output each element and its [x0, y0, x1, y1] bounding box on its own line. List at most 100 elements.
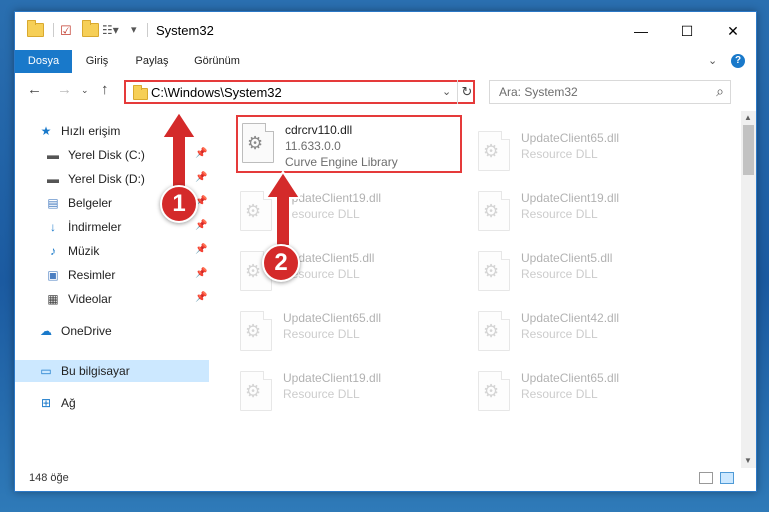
vertical-scrollbar[interactable]: ▲ ▼: [741, 111, 756, 468]
pin-icon[interactable]: 📌: [195, 196, 207, 207]
file-name: UpdateClient19.dll: [521, 191, 620, 205]
close-button[interactable]: ✕: [710, 12, 756, 50]
file-description: Resource DLL: [521, 387, 598, 401]
scroll-down-icon[interactable]: ▼: [744, 456, 752, 465]
chevron-down-icon[interactable]: ⌄: [442, 85, 451, 98]
address-path[interactable]: C:\Windows\System32: [151, 85, 282, 100]
file-item[interactable]: ⚙ UpdateClient65.dll Resource DLL: [474, 125, 699, 180]
gear-icon: ⚙: [245, 201, 262, 221]
network-icon: ⊞: [40, 396, 52, 410]
pin-icon[interactable]: 📌: [195, 292, 207, 303]
sidebar-item-music[interactable]: ♪ Müzik 📌: [15, 240, 209, 262]
pin-icon[interactable]: 📌: [195, 148, 207, 159]
pin-icon[interactable]: 📌: [195, 172, 207, 183]
address-bar[interactable]: C:\Windows\System32 ⌄ ↻: [124, 80, 475, 104]
sidebar-item-local-disk-c[interactable]: ▬ Yerel Disk (C:) 📌: [15, 144, 209, 166]
sidebar-item-label: Hızlı erişim: [61, 124, 121, 138]
properties-icon[interactable]: ☑: [60, 23, 72, 39]
sidebar-item-local-disk-d[interactable]: ▬ Yerel Disk (D:) 📌: [15, 168, 209, 190]
file-item[interactable]: ⚙ UpdateClient19.dll Resource DLL: [236, 365, 461, 420]
qa-dropdown-icon[interactable]: ▾: [131, 23, 137, 36]
gear-icon: ⚙: [247, 133, 264, 153]
sidebar-item-label: Yerel Disk (D:): [68, 172, 145, 186]
sidebar-item-label: Bu bilgisayar: [61, 364, 130, 378]
gear-icon: ⚙: [483, 261, 500, 281]
refresh-button[interactable]: ↻: [457, 80, 476, 104]
search-icon[interactable]: ⌕: [716, 83, 724, 100]
item-count: 148 öğe: [29, 472, 69, 484]
navigation-bar: ← → ⌄ ↑ C:\Windows\System32 ⌄ ↻ Ara: Sys…: [15, 73, 756, 111]
sidebar-item-downloads[interactable]: ↓ İndirmeler 📌: [15, 216, 209, 238]
sidebar-item-label: Belgeler: [68, 196, 113, 210]
sidebar-item-quick-access[interactable]: ★ Hızlı erişim: [15, 120, 209, 142]
file-description: Resource DLL: [521, 207, 598, 221]
file-name: UpdateClient65.dll: [521, 371, 620, 385]
file-description: Resource DLL: [283, 207, 360, 221]
search-input[interactable]: Ara: System32 ⌕: [489, 80, 731, 104]
pin-icon[interactable]: 📌: [195, 244, 207, 255]
separator: [147, 23, 148, 37]
file-item-highlighted[interactable]: ⚙ cdrcrv110.dll 11.633.0.0 Curve Engine …: [236, 115, 462, 173]
folder-icon: [27, 20, 44, 37]
pin-icon[interactable]: 📌: [195, 220, 207, 231]
documents-icon: ▤: [47, 196, 59, 210]
sidebar-item-pictures[interactable]: ▣ Resimler 📌: [15, 264, 209, 286]
tab-share[interactable]: Paylaş: [122, 50, 182, 73]
help-button[interactable]: ?: [731, 54, 745, 68]
file-name: UpdateClient42.dll: [521, 311, 620, 325]
gear-icon: ⚙: [483, 381, 500, 401]
sidebar-item-network[interactable]: ⊞ Ağ: [15, 392, 209, 414]
gear-icon: ⚙: [483, 201, 500, 221]
drive-icon: ▬: [47, 172, 59, 186]
file-item[interactable]: ⚙ UpdateClient65.dll Resource DLL: [236, 305, 461, 360]
computer-icon: ▭: [40, 364, 52, 378]
file-explorer-window: ☑ ☷▾ ▾ System32 — ☐ ✕ Dosya Giriş Paylaş…: [14, 11, 757, 492]
navigation-pane: ★ Hızlı erişim ▬ Yerel Disk (C:) 📌 ▬ Yer…: [15, 111, 213, 468]
ribbon-tabs: Dosya Giriş Paylaş Görünüm ⌄ ?: [15, 50, 756, 74]
status-bar: 148 öğe: [15, 468, 756, 491]
sidebar-item-this-pc[interactable]: ▭ Bu bilgisayar: [15, 360, 209, 382]
sidebar-item-label: İndirmeler: [68, 220, 122, 234]
large-icons-view-icon[interactable]: [720, 472, 734, 484]
forward-button[interactable]: →: [57, 81, 72, 98]
file-description: Resource DLL: [283, 327, 360, 341]
sidebar-item-videos[interactable]: ▦ Videolar 📌: [15, 288, 209, 310]
file-name: UpdateClient19.dll: [283, 371, 382, 385]
file-description: Resource DLL: [521, 327, 598, 341]
gear-icon: ⚙: [483, 321, 500, 341]
drive-icon: ▬: [47, 148, 59, 162]
recent-locations-icon[interactable]: ⌄: [81, 85, 89, 96]
up-button[interactable]: ↑: [101, 81, 109, 98]
sidebar-item-label: Resimler: [68, 268, 116, 282]
file-item[interactable]: ⚙ UpdateClient19.dll Resource DLL: [236, 185, 461, 240]
file-item[interactable]: ⚙ UpdateClient42.dll Resource DLL: [474, 305, 699, 360]
file-item[interactable]: ⚙ UpdateClient5.dll Resource DLL: [474, 245, 699, 300]
file-item[interactable]: ⚙ UpdateClient19.dll Resource DLL: [474, 185, 699, 240]
separator: [53, 23, 54, 37]
minimize-button[interactable]: —: [618, 12, 664, 50]
videos-icon: ▦: [47, 292, 59, 306]
maximize-button[interactable]: ☐: [664, 12, 710, 50]
gear-icon: ⚙: [245, 321, 262, 341]
file-name: UpdateClient19.dll: [283, 191, 382, 205]
pin-icon[interactable]: 📌: [195, 268, 207, 279]
search-placeholder: Ara: System32: [499, 85, 578, 99]
tab-file[interactable]: Dosya: [15, 50, 72, 73]
back-button[interactable]: ←: [27, 81, 42, 98]
ribbon-expand-icon[interactable]: ⌄: [708, 54, 717, 67]
pictures-icon: ▣: [47, 268, 59, 282]
new-folder-icon[interactable]: [82, 20, 99, 37]
tab-home[interactable]: Giriş: [72, 50, 122, 73]
customize-icon[interactable]: ☷▾: [102, 23, 119, 37]
sidebar-item-onedrive[interactable]: ☁ OneDrive: [15, 320, 209, 342]
sidebar-item-documents[interactable]: ▤ Belgeler 📌: [15, 192, 209, 214]
details-view-icon[interactable]: [699, 472, 713, 484]
file-description: Curve Engine Library: [285, 155, 398, 169]
file-item[interactable]: ⚙ UpdateClient5.dll Resource DLL: [236, 245, 461, 300]
file-item[interactable]: ⚙ UpdateClient65.dll Resource DLL: [474, 365, 699, 420]
file-name: cdrcrv110.dll: [285, 123, 353, 137]
file-name: UpdateClient65.dll: [521, 131, 620, 145]
scroll-up-icon[interactable]: ▲: [744, 113, 752, 122]
tab-view[interactable]: Görünüm: [182, 50, 252, 73]
scroll-thumb[interactable]: [743, 125, 754, 175]
